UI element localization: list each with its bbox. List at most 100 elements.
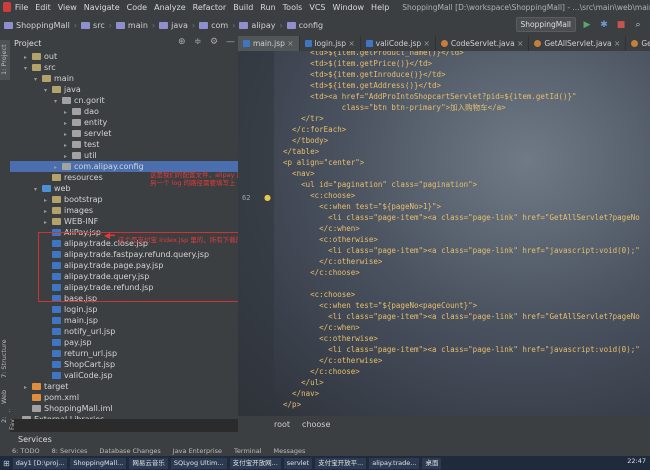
tree-item[interactable]: ▸ WEB-INF [10,216,238,227]
crumb-root[interactable]: root [274,420,290,429]
services-label[interactable]: Services [18,435,52,444]
breadcrumb-item-1[interactable]: src › [81,21,112,30]
editor-tab[interactable]: CodeServlet.java × [436,36,530,51]
menu-item-edit[interactable]: Edit [35,3,51,12]
menu-item-refactor[interactable]: Refactor [193,3,227,12]
menu-item-file[interactable]: File [15,3,28,12]
tree-item-label: ShoppingMall.iml [44,404,113,413]
tree-item[interactable]: ▸ dao [10,106,238,117]
tree-item[interactable]: ▸ util [10,150,238,161]
bulb-icon[interactable]: ● [264,193,271,202]
xml-icon [32,383,41,390]
tree-item[interactable]: valiCode.jsp [10,370,238,381]
tool-window-button[interactable]: 8: Services [52,447,88,455]
crumb-choose[interactable]: choose [302,420,330,429]
tree-item-label: notify_url.jsp [64,327,116,336]
breadcrumb-item-4[interactable]: com › [199,21,235,30]
breadcrumb-item-2[interactable]: main › [115,20,156,30]
locate-icon[interactable]: ⊕ [178,37,186,47]
hide-icon[interactable]: — [226,37,235,47]
gear-icon[interactable]: ⚙ [210,37,218,47]
breadcrumb-item-0[interactable]: ShoppingMall › [4,21,77,30]
tree-item[interactable]: login.jsp [10,304,238,315]
tree-item[interactable]: ▾ src [10,62,238,73]
editor-tab[interactable]: valiCode.jsp × [361,36,436,51]
taskbar-item[interactable]: day1 [D:\proj... [12,457,68,469]
tree-item[interactable]: ▸ servlet [10,128,238,139]
menu-item-help[interactable]: Help [371,3,389,12]
editor-tab[interactable]: login.jsp × [300,36,361,51]
breadcrumb-item-5[interactable]: alipay › [239,21,283,30]
tree-item[interactable]: ▸ images [10,205,238,216]
favorites-tool-tab[interactable]: 2: Favorites [0,401,16,430]
tool-window-button[interactable]: Java Enterprise [173,447,222,455]
structure-tool-tab[interactable]: 7: Structure [0,336,10,382]
menu-item-analyze[interactable]: Analyze [154,3,186,12]
tree-item[interactable]: main.jsp [10,315,238,326]
project-panel-title[interactable]: Project [14,39,41,48]
taskbar-item[interactable]: 支付宝开放网... [229,457,281,469]
tree-item-label: valiCode.jsp [64,371,113,380]
project-tool-tab[interactable]: 1: Project [0,40,10,80]
taskbar-item[interactable]: servlet [283,457,313,469]
tree-item[interactable]: pay.jsp [10,337,238,348]
tree-item[interactable]: ▸ target [10,381,238,392]
collapse-icon[interactable]: ≑ [194,37,202,47]
menu-item-vcs[interactable]: VCS [309,3,325,12]
close-icon[interactable]: × [515,39,523,48]
tree-item[interactable]: notify_url.jsp [10,326,238,337]
stop-icon[interactable]: ■ [615,19,627,31]
tool-window-button[interactable]: 6: TODO [12,447,40,455]
folder-icon [52,218,61,225]
menu-item-run[interactable]: Run [260,3,275,12]
close-icon[interactable]: × [612,39,620,48]
tool-window-button[interactable]: Messages [274,447,306,455]
taskbar-item[interactable]: 支付宝开放平... [315,457,367,469]
editor-tab[interactable]: GetStuServlet.java × [626,36,650,51]
tree-item[interactable]: ▸ out [10,51,238,62]
code-editor[interactable]: 62 ● <td>${item.getProduct_name()}</td> … [238,51,650,416]
menu-item-code[interactable]: Code [127,3,147,12]
taskbar-item[interactable]: 网易云音乐 [129,457,168,469]
run-configuration-select[interactable]: ShoppingMall [515,17,576,32]
menu-item-tools[interactable]: Tools [283,3,303,12]
editor-tab[interactable]: main.jsp × [238,36,300,51]
menu-item-window[interactable]: Window [333,3,365,12]
line-number: 62 [242,194,251,202]
close-icon[interactable]: × [346,39,354,48]
debug-icon[interactable]: ✱ [598,19,610,31]
tree-item[interactable]: ▸ test [10,139,238,150]
tree-item[interactable]: pom.xml [10,392,238,403]
tool-window-button[interactable]: Terminal [234,447,261,455]
tree-item[interactable]: ▾ cn.gorit [10,95,238,106]
start-icon[interactable]: ⊞ [3,459,10,468]
run-icon[interactable]: ▶ [581,19,593,31]
tree-item[interactable]: ShoppingMall.iml [10,403,238,414]
tree-item[interactable]: return_url.jsp [10,348,238,359]
editor-tab[interactable]: GetAllServlet.java × [529,36,627,51]
close-icon[interactable]: × [285,39,293,48]
tree-item[interactable]: ▸ bootstrap [10,194,238,205]
tree-item[interactable]: ▸ External Libraries [10,414,238,419]
breadcrumb-item-3[interactable]: java › [159,21,195,30]
tree-item-label: com.alipay.config [74,162,144,171]
code-line: <c:otherwise> [274,334,378,343]
menu-item-build[interactable]: Build [233,3,253,12]
menu-item-view[interactable]: View [58,3,77,12]
taskbar-item[interactable]: SQLyog Ultim... [170,457,227,469]
chevron-right-icon[interactable]: ▸ [14,415,22,419]
breadcrumb-item-6[interactable]: config [286,21,323,30]
taskbar-item[interactable]: 桌面 [422,457,442,469]
tree-item[interactable]: ▾ main [10,73,238,84]
taskbar-item[interactable]: ShoppingMall... [70,457,127,469]
tree-item[interactable]: ▾ java [10,84,238,95]
chevron-right-icon: › [151,20,156,30]
tool-window-button[interactable]: Database Changes [99,447,160,455]
menu-item-navigate[interactable]: Navigate [84,3,120,12]
close-icon[interactable]: × [421,39,430,48]
tree-item[interactable]: ShopCart.jsp [10,359,238,370]
search-icon[interactable]: ⌕ [632,19,644,31]
tree-item[interactable]: ▸ entity [10,117,238,128]
menu-items: File Edit View Navigate Code Analyze Refactor B… [15,3,396,12]
taskbar-item[interactable]: alipay.trade... [369,457,420,469]
